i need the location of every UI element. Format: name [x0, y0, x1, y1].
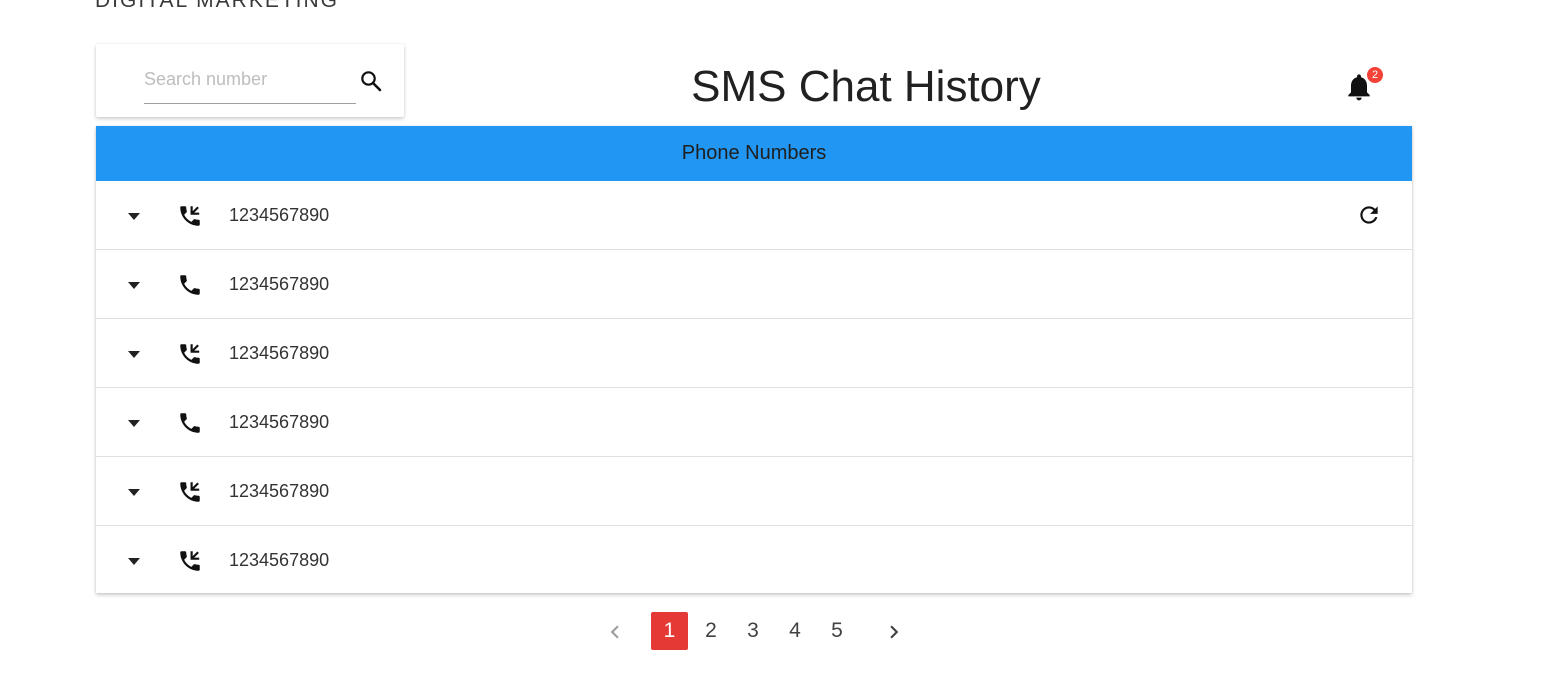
phone-numbers-table: Phone Numbers 1234567890 1234567890 123456… [96, 126, 1412, 593]
notifications-button[interactable]: 2 [1343, 67, 1383, 106]
page-button-3[interactable]: 3 [740, 612, 766, 650]
brand-logo-text: DIGITAL MARKETING [95, 0, 340, 12]
phone-forwarded-icon [180, 551, 200, 571]
page-button-4[interactable]: 4 [782, 612, 808, 650]
search-input[interactable] [144, 62, 356, 104]
phone-number: 1234567890 [229, 205, 330, 225]
phone-forwarded-icon [180, 344, 200, 364]
page-button-5[interactable]: 5 [824, 612, 850, 650]
phone-icon [180, 413, 200, 433]
notification-badge: 2 [1367, 67, 1383, 83]
table-row[interactable]: 1234567890 [96, 181, 1412, 250]
phone-number: 1234567890 [229, 343, 330, 363]
phone-number: 1234567890 [229, 481, 330, 501]
table-row[interactable]: 1234567890 [96, 250, 1412, 319]
table-row[interactable]: 1234567890 [96, 526, 1412, 595]
page-button-1[interactable]: 1 [651, 612, 688, 650]
search-icon[interactable] [359, 69, 383, 93]
caret-down-icon[interactable] [124, 210, 144, 222]
table-header: Phone Numbers [96, 126, 1412, 181]
phone-forwarded-icon [180, 206, 200, 226]
caret-down-icon[interactable] [124, 486, 144, 498]
table-row[interactable]: 1234567890 [96, 388, 1412, 457]
refresh-icon[interactable] [1356, 202, 1382, 228]
phone-number: 1234567890 [229, 550, 330, 570]
caret-down-icon[interactable] [124, 417, 144, 429]
pagination: 12345 [600, 612, 920, 650]
phone-number: 1234567890 [229, 412, 330, 432]
caret-down-icon[interactable] [124, 279, 144, 291]
table-row[interactable]: 1234567890 [96, 319, 1412, 388]
search-card [96, 44, 404, 117]
chevron-left-icon[interactable] [602, 619, 628, 645]
phone-forwarded-icon [180, 482, 200, 502]
caret-down-icon[interactable] [124, 348, 144, 360]
table-row[interactable]: 1234567890 [96, 457, 1412, 526]
caret-down-icon[interactable] [124, 555, 144, 567]
phone-icon [180, 275, 200, 295]
chevron-right-icon[interactable] [881, 619, 907, 645]
page-button-2[interactable]: 2 [698, 612, 724, 650]
phone-number: 1234567890 [229, 274, 330, 294]
